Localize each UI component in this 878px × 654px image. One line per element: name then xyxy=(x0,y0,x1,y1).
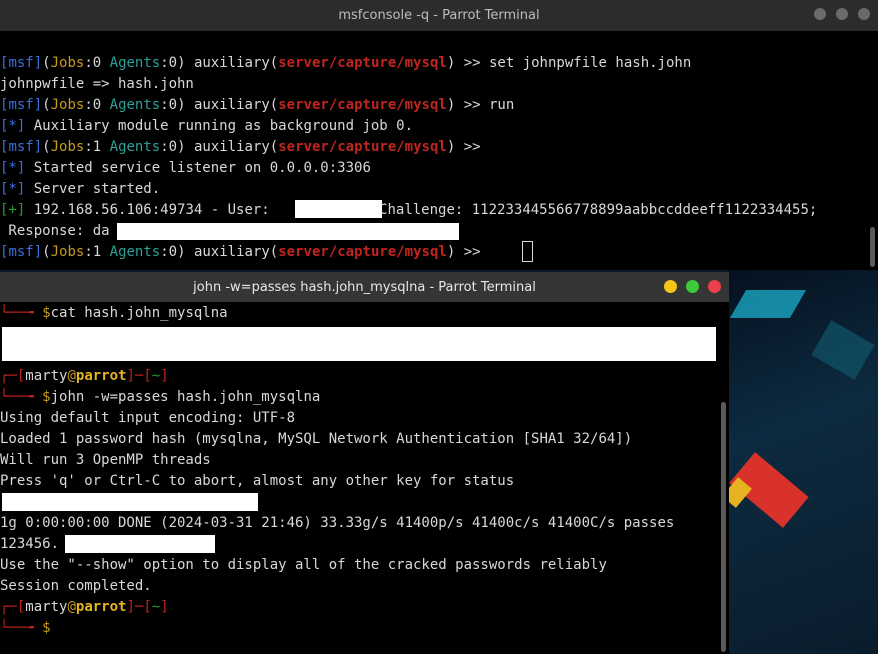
terminal-line: johnpwfile => hash.john xyxy=(0,76,194,92)
john-window: john -w=passes hash.john_mysqlna - Parro… xyxy=(0,272,729,654)
msfconsole-titlebar[interactable]: msfconsole -q - Parrot Terminal xyxy=(0,0,878,31)
msfconsole-window: msfconsole -q - Parrot Terminal [msf](Jo… xyxy=(0,0,878,270)
output-line: Will run 3 OpenMP threads xyxy=(0,452,211,468)
minimize-button[interactable] xyxy=(814,8,826,20)
john-terminal[interactable]: └──╼ $cat hash.john_mysqlna ┌─[marty@par… xyxy=(0,302,729,654)
terminal-line: [msf](Jobs:1 Agents:0) auxiliary(server/… xyxy=(0,244,489,260)
redacted-user xyxy=(295,200,382,218)
redacted-response xyxy=(117,223,459,240)
maximize-button[interactable] xyxy=(836,8,848,20)
command-text: john -w=passes hash.john_mysqlna xyxy=(50,389,321,405)
close-button[interactable] xyxy=(858,8,870,20)
wallpaper-shape-cyan xyxy=(729,290,807,318)
output-line: Session completed. xyxy=(0,578,152,594)
john-titlebar[interactable]: john -w=passes hash.john_mysqlna - Parro… xyxy=(0,272,729,302)
redacted-cracked xyxy=(65,535,215,553)
terminal-line: [msf](Jobs:0 Agents:0) auxiliary(server/… xyxy=(0,97,515,113)
terminal-line: Response: da xyxy=(0,223,110,239)
window-title: msfconsole -q - Parrot Terminal xyxy=(338,8,540,23)
minimize-button[interactable] xyxy=(664,280,677,293)
terminal-line: [*] Server started. xyxy=(0,181,161,197)
desktop-background xyxy=(722,270,878,654)
scrollbar[interactable] xyxy=(721,402,726,652)
terminal-line: [*] Started service listener on 0.0.0.0:… xyxy=(0,160,371,176)
output-line: Using default input encoding: UTF-8 xyxy=(0,410,296,426)
prompt-line: └──╼ $ xyxy=(0,620,51,636)
prompt-header: ┌─[marty@parrot]─[~] xyxy=(0,599,169,615)
output-line: Loaded 1 password hash (mysqlna, MySQL N… xyxy=(0,431,633,447)
terminal-line: [msf](Jobs:0 Agents:0) auxiliary(server/… xyxy=(0,55,692,71)
wallpaper-shape-teal xyxy=(811,320,875,380)
prompt-header: ┌─[marty@parrot]─[~] xyxy=(0,368,169,384)
close-button[interactable] xyxy=(708,280,721,293)
command-text: cat hash.john_mysqlna xyxy=(50,305,228,321)
terminal-line: [+] 192.168.56.106:49734 - User: ; Chall… xyxy=(0,202,818,218)
output-line: Press 'q' or Ctrl-C to abort, almost any… xyxy=(0,473,515,489)
done-line: 1g 0:00:00:00 DONE (2024-03-31 21:46) 33… xyxy=(0,515,675,531)
terminal-line: [*] Auxiliary module running as backgrou… xyxy=(0,118,414,134)
terminal-line: [msf](Jobs:1 Agents:0) auxiliary(server/… xyxy=(0,139,481,155)
maximize-button[interactable] xyxy=(686,280,699,293)
output-line: Use the "--show" option to display all o… xyxy=(0,557,607,573)
cracked-line: 123456. xyxy=(0,536,60,552)
redacted-hash xyxy=(2,327,716,361)
window-title: john -w=passes hash.john_mysqlna - Parro… xyxy=(193,279,536,295)
scrollbar[interactable] xyxy=(870,227,875,267)
msfconsole-terminal[interactable]: [msf](Jobs:0 Agents:0) auxiliary(server/… xyxy=(0,31,878,270)
prompt-line: └──╼ $john -w=passes hash.john_mysqlna xyxy=(0,389,321,405)
prompt-line: └──╼ $cat hash.john_mysqlna xyxy=(0,305,228,321)
redacted-output xyxy=(2,493,258,511)
terminal-cursor xyxy=(522,241,533,262)
